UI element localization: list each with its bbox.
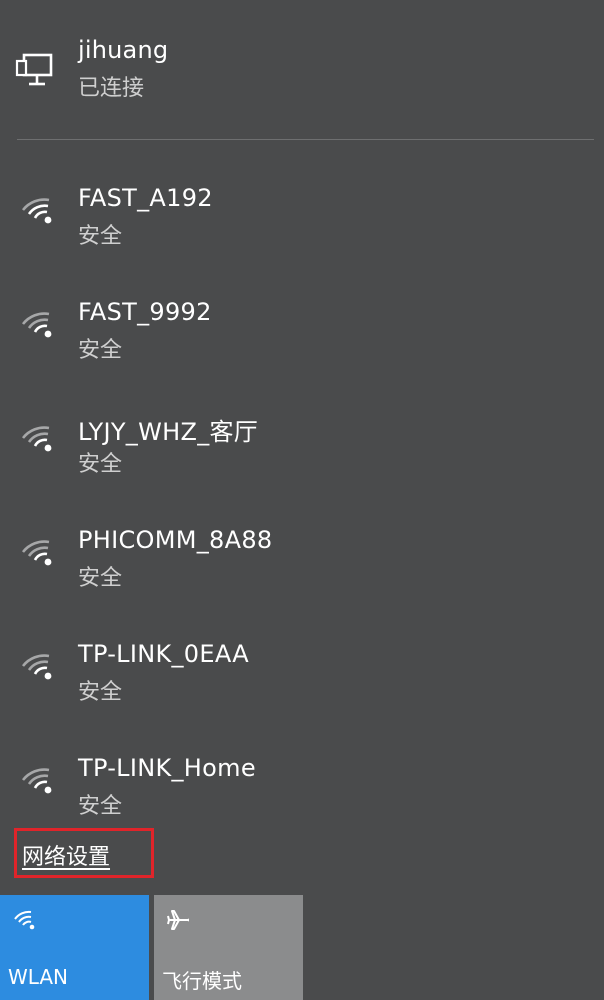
wifi-signal-icon: [21, 312, 52, 338]
wlan-tile-label: WLAN: [8, 965, 69, 989]
quick-action-tiles: WLAN 飞行模式: [0, 895, 604, 1000]
network-item[interactable]: PHICOMM_8A88 安全: [0, 492, 604, 592]
network-ssid: TP-LINK_0EAA: [78, 640, 249, 668]
network-item[interactable]: FAST_9992 安全: [0, 264, 604, 364]
network-ssid: FAST_A192: [78, 184, 213, 212]
network-security: 安全: [78, 680, 123, 705]
network-settings-link[interactable]: 网络设置: [22, 839, 110, 871]
airplane-icon: [167, 910, 189, 930]
network-settings-highlight: 网络设置: [14, 828, 154, 878]
desktop-computer-icon: [15, 53, 53, 86]
network-item[interactable]: TP-LINK_0EAA 安全: [0, 606, 604, 706]
airplane-tile-label: 飞行模式: [162, 969, 242, 993]
wifi-signal-icon: [21, 426, 52, 452]
wifi-signal-icon: [21, 198, 52, 224]
divider: [17, 139, 594, 140]
network-security: 安全: [78, 338, 123, 363]
wifi-signal-icon: [21, 540, 52, 566]
network-item[interactable]: FAST_A192 安全: [0, 150, 604, 250]
connected-network[interactable]: jihuang 已连接: [0, 0, 604, 140]
wifi-icon: [14, 910, 35, 930]
network-item[interactable]: LYJY_WHZ_客厅 安全: [0, 378, 604, 478]
network-item[interactable]: TP-LINK_Home 安全: [0, 720, 604, 820]
wlan-toggle-tile[interactable]: WLAN: [0, 895, 149, 1000]
network-security: 安全: [78, 452, 123, 477]
connected-network-name: jihuang: [78, 36, 169, 64]
network-ssid: PHICOMM_8A88: [78, 526, 273, 554]
airplane-mode-tile[interactable]: 飞行模式: [154, 895, 303, 1000]
network-ssid: TP-LINK_Home: [78, 754, 256, 782]
network-security: 安全: [78, 224, 123, 249]
network-security: 安全: [78, 566, 123, 591]
network-security: 安全: [78, 794, 123, 819]
wifi-signal-icon: [21, 654, 52, 680]
connected-network-status: 已连接: [78, 76, 145, 101]
wifi-signal-icon: [21, 768, 52, 794]
network-ssid: FAST_9992: [78, 298, 212, 326]
network-ssid: LYJY_WHZ_客厅: [78, 418, 259, 446]
